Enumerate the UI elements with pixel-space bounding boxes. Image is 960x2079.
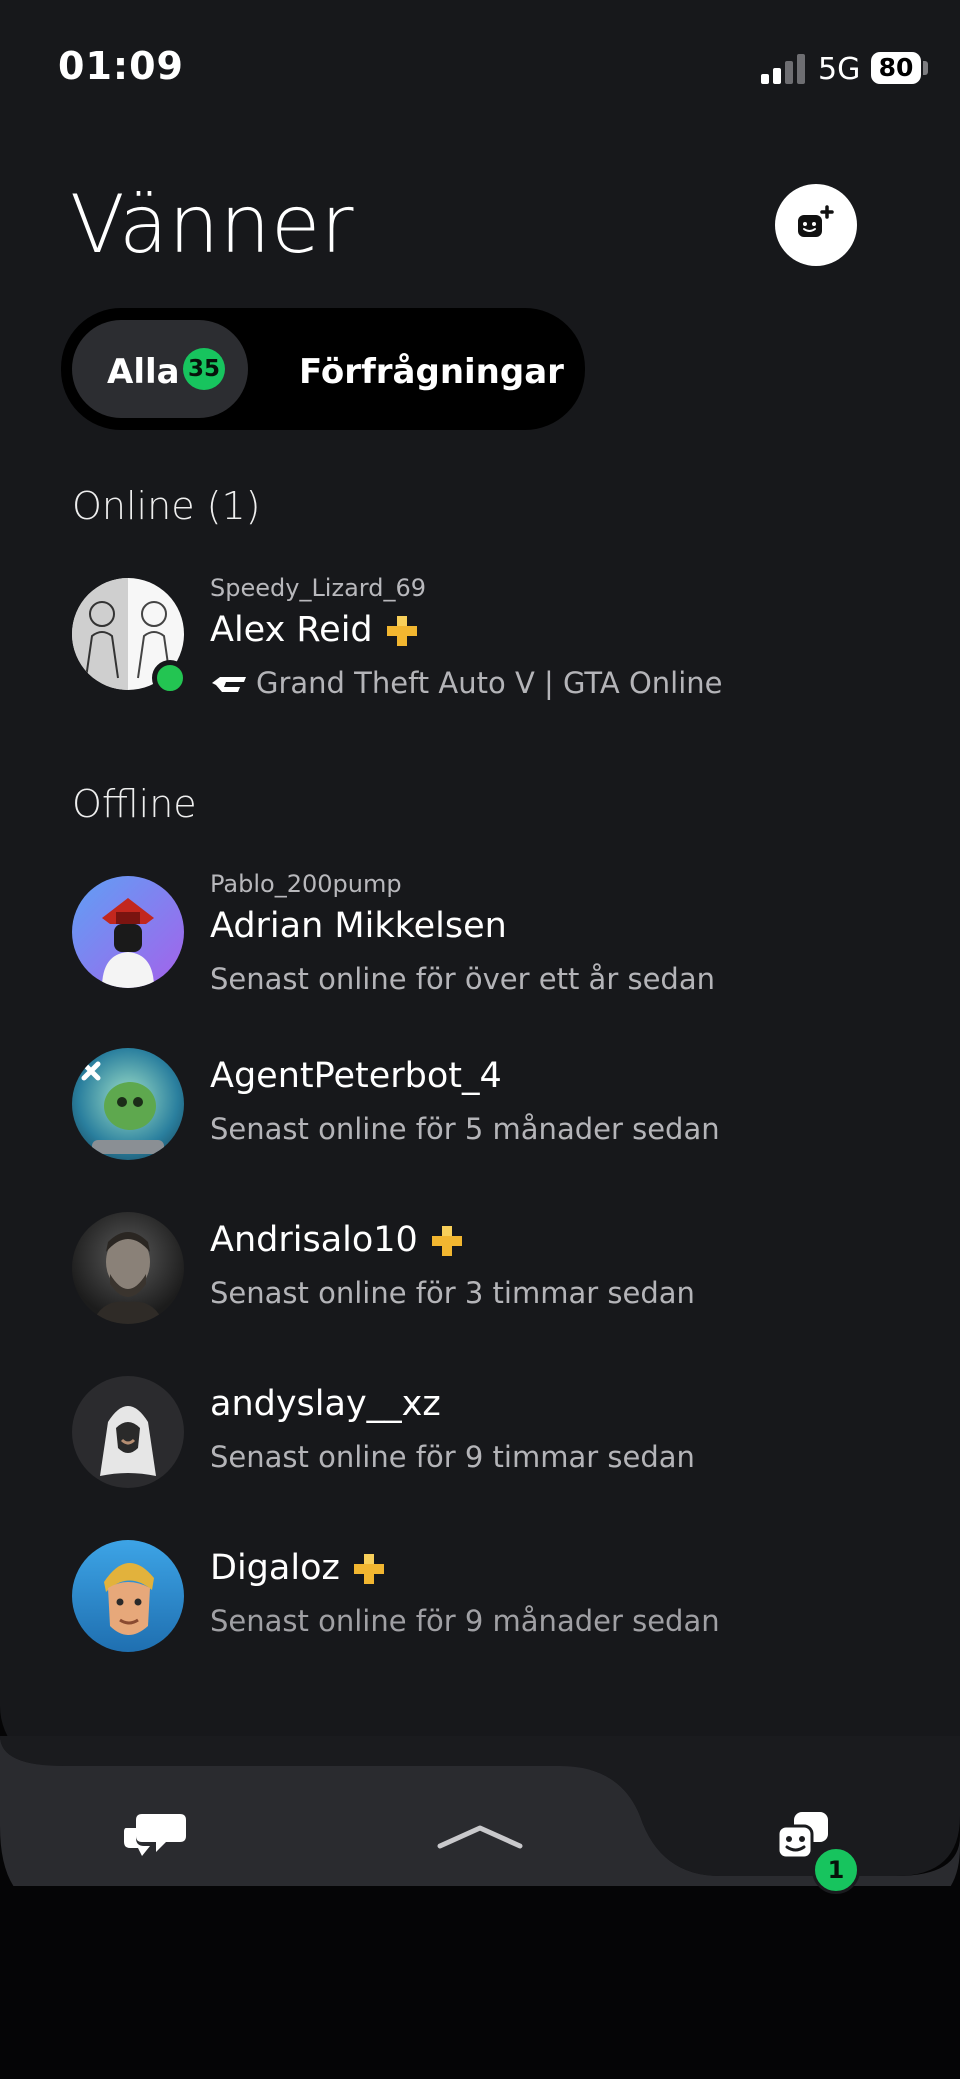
display-name: Digaloz — [210, 1548, 386, 1588]
status-bar: 01:09 5G 80 — [0, 0, 960, 130]
activity-game: Grand Theft Auto V | GTA Online — [256, 666, 723, 700]
friend-row[interactable]: Pablo_200pump Adrian Mikkelsen Senast on… — [0, 864, 960, 1014]
ps-plus-icon — [353, 1554, 384, 1584]
section-online-header: Online (1) — [72, 484, 261, 528]
avatar — [72, 1048, 184, 1160]
avatar — [72, 1212, 184, 1324]
battery-indicator: 80 — [871, 52, 921, 84]
chat-button[interactable] — [120, 1806, 200, 1866]
avatar — [72, 1376, 184, 1488]
display-name: AgentPeterbot_4 — [210, 1056, 502, 1096]
add-friend-icon — [798, 205, 834, 237]
last-online: Senast online för 9 timmar sedan — [210, 1440, 695, 1474]
last-online: Senast online för 5 månader sedan — [210, 1112, 720, 1146]
section-offline-header: Offline — [72, 782, 197, 826]
tab-requests[interactable]: Förfrågningar — [299, 352, 564, 392]
last-online: Senast online för över ett år sedan — [210, 962, 715, 996]
add-friend-button[interactable] — [775, 184, 857, 266]
online-id: Pablo_200pump — [210, 870, 402, 898]
friend-row[interactable]: andyslay__xz Senast online för 9 timmar … — [0, 1368, 960, 1518]
display-name-text: Andrisalo10 — [210, 1220, 418, 1260]
battery-cap — [923, 61, 928, 75]
friend-row[interactable]: Digaloz Senast online för 9 månader seda… — [0, 1532, 960, 1682]
friend-row[interactable]: Speedy_Lizard_69 Alex Reid Grand Theft A… — [0, 566, 960, 716]
status-time: 01:09 — [58, 44, 184, 88]
friend-row[interactable]: Andrisalo10 Senast online för 3 timmar s… — [0, 1204, 960, 1354]
friend-row[interactable]: AgentPeterbot_4 Senast online för 5 måna… — [0, 1040, 960, 1190]
network-type: 5G — [818, 52, 861, 87]
chat-bubbles-icon — [124, 1814, 186, 1856]
tab-all-label[interactable]: Alla — [107, 352, 180, 392]
signal-strength-icon — [761, 54, 807, 84]
activity-line: Grand Theft Auto V | GTA Online — [210, 666, 723, 700]
friends-count-badge: 35 — [183, 348, 225, 390]
display-name-text: Alex Reid — [210, 610, 373, 650]
chevron-up-icon — [437, 1825, 523, 1849]
page-title: Vänner — [70, 178, 355, 271]
game-icon — [212, 677, 246, 692]
avatar — [72, 1540, 184, 1652]
display-name: Andrisalo10 — [210, 1220, 464, 1260]
display-name: Adrian Mikkelsen — [210, 906, 507, 946]
display-name: Alex Reid — [210, 610, 419, 650]
friends-notification-badge: 1 — [812, 1846, 860, 1894]
avatar — [72, 876, 184, 988]
display-name: andyslay__xz — [210, 1384, 441, 1424]
friends-filter-tabs: Alla 35 Förfrågningar — [61, 308, 585, 430]
online-id: Speedy_Lizard_69 — [210, 574, 426, 602]
expand-button[interactable] — [434, 1816, 526, 1856]
display-name-text: Digaloz — [210, 1548, 340, 1588]
ps-plus-icon — [431, 1226, 462, 1256]
ps-plus-icon — [386, 616, 417, 646]
last-online: Senast online för 9 månader sedan — [210, 1604, 720, 1638]
online-status-dot — [152, 660, 188, 696]
last-online: Senast online för 3 timmar sedan — [210, 1276, 695, 1310]
